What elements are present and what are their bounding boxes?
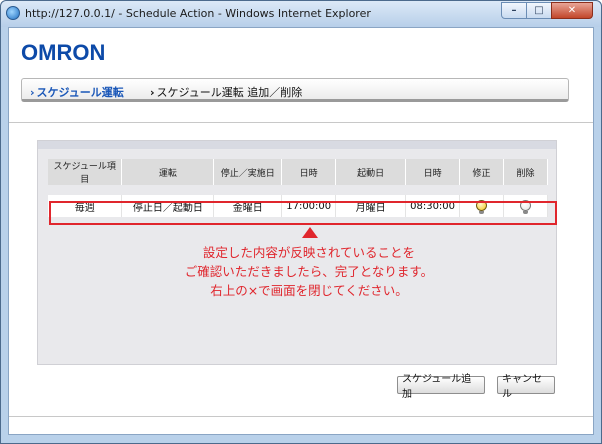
column-header: スケジュール項目 bbox=[48, 159, 123, 185]
column-header: 停止／実施日 bbox=[213, 159, 283, 185]
panel-header-strip bbox=[38, 141, 556, 149]
title-bar: http://127.0.0.1/ - Schedule Action - Wi… bbox=[1, 1, 601, 27]
ie-window: http://127.0.0.1/ - Schedule Action - Wi… bbox=[0, 0, 602, 444]
triangle-up-icon bbox=[302, 227, 318, 238]
breadcrumb-item-add-delete: › スケジュール運転 追加／削除 bbox=[150, 84, 302, 100]
breadcrumb-label: スケジュール運転 bbox=[36, 86, 124, 99]
cancel-button[interactable]: キャンセル bbox=[497, 374, 555, 400]
divider bbox=[9, 416, 593, 417]
chevron-right-icon: › bbox=[150, 86, 155, 99]
close-button[interactable]: ✕ bbox=[551, 2, 593, 19]
divider bbox=[9, 122, 593, 123]
breadcrumb-label: スケジュール運転 追加／削除 bbox=[156, 86, 303, 99]
callout-line: 設定した内容が反映されていることを bbox=[202, 245, 416, 260]
callout-line: ご確認いただきましたら、完了となります。 bbox=[184, 264, 434, 279]
column-header: 起動日 bbox=[335, 159, 407, 185]
column-header: 削除 bbox=[503, 159, 548, 185]
column-header: 日時 bbox=[281, 159, 337, 185]
add-schedule-button[interactable]: スケジュール追加 bbox=[397, 374, 485, 400]
maximize-button[interactable]: □ bbox=[526, 2, 552, 19]
breadcrumb: › スケジュール運転 › スケジュール運転 追加／削除 bbox=[21, 78, 569, 102]
table-header-row: スケジュール項目 運転 停止／実施日 日時 起動日 日時 修正 削除 bbox=[48, 159, 548, 185]
callout-line: 右上の×で画面を閉じてください。 bbox=[210, 283, 408, 298]
window-controls: – □ ✕ bbox=[501, 2, 593, 19]
omron-logo: OMRON bbox=[21, 40, 106, 65]
column-header: 修正 bbox=[459, 159, 505, 185]
breadcrumb-item-schedule[interactable]: › スケジュール運転 bbox=[30, 84, 124, 100]
window-title: http://127.0.0.1/ - Schedule Action - Wi… bbox=[25, 7, 371, 20]
minimize-button[interactable]: – bbox=[501, 2, 527, 19]
page-content: OMRON › スケジュール運転 › スケジュール運転 追加／削除 スケジュール項目… bbox=[8, 27, 594, 435]
chevron-right-icon: › bbox=[30, 86, 35, 99]
column-header: 運転 bbox=[121, 159, 215, 185]
spacer bbox=[48, 185, 548, 195]
column-header: 日時 bbox=[405, 159, 461, 185]
ie-logo-icon bbox=[6, 6, 20, 20]
instruction-callout: 設定した内容が反映されていることを ご確認いただきましたら、完了となります。 右… bbox=[129, 243, 489, 300]
row-highlight-box bbox=[49, 201, 557, 225]
